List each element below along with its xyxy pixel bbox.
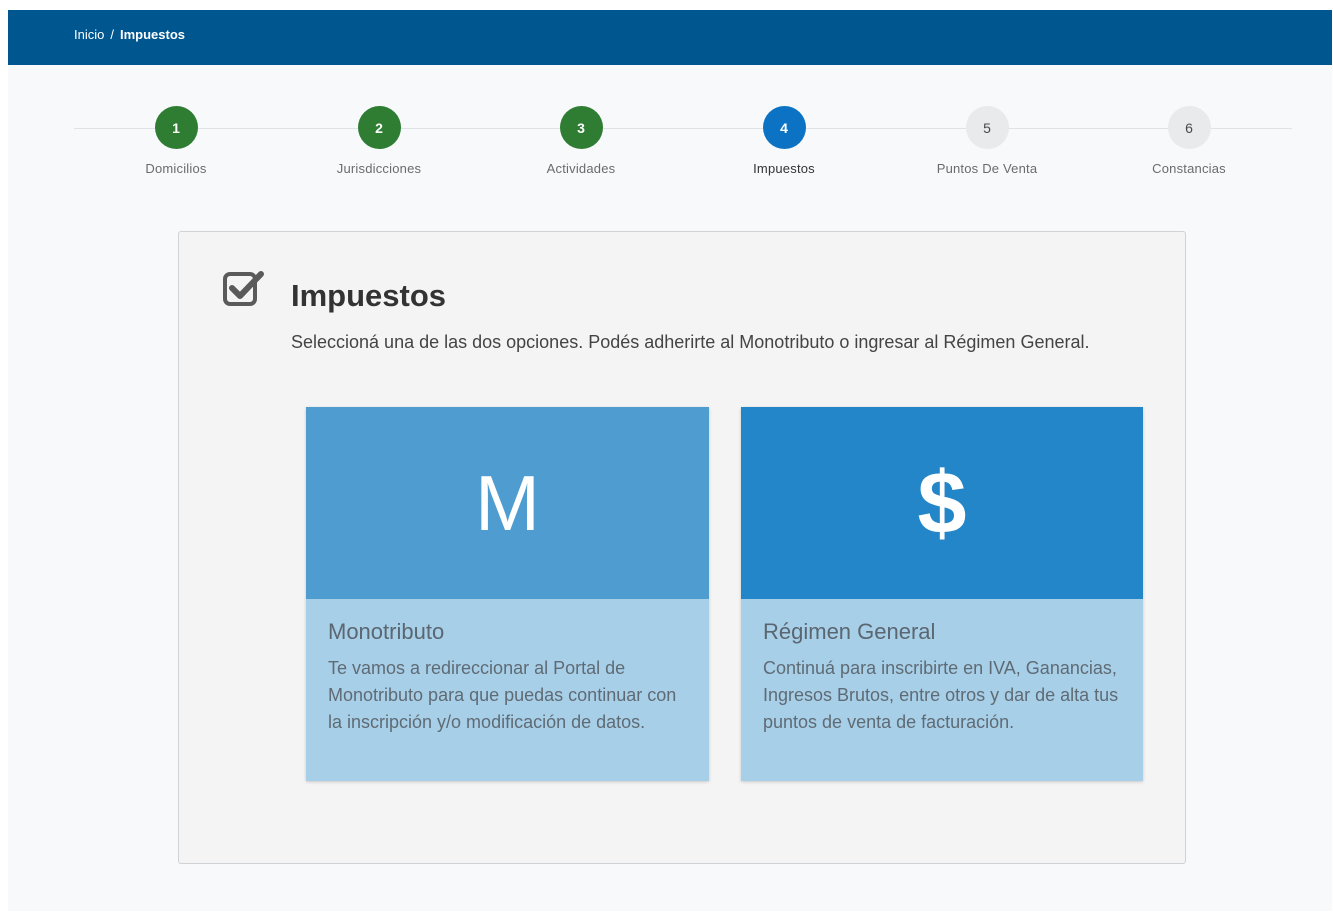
option-title: Monotributo xyxy=(328,619,445,644)
step-number-circle: 3 xyxy=(559,106,603,149)
breadcrumb-current: Impuestos xyxy=(119,27,185,42)
step-constancias[interactable]: 6 Constancias xyxy=(1109,106,1269,176)
option-description: Continuá para inscribirte en IVA, Gananc… xyxy=(763,658,1119,732)
step-label: Constancias xyxy=(1152,161,1226,176)
step-label: Actividades xyxy=(546,161,616,176)
progress-stepper: 1 Domicilios 2 Jurisdicciones 3 Activida… xyxy=(8,106,1332,186)
monotributo-option-card[interactable]: M Monotributo Te vamos a redireccionar a… xyxy=(306,407,709,781)
page-title: Impuestos xyxy=(291,278,447,313)
step-number-circle: 5 xyxy=(965,106,1009,149)
top-bar: Inicio / Impuestos xyxy=(8,10,1332,65)
step-number-circle: 6 xyxy=(1167,106,1211,149)
checkbox-checked-icon xyxy=(223,268,265,308)
step-label: Puntos De Venta xyxy=(936,161,1038,176)
step-number-circle: 4 xyxy=(762,106,806,149)
breadcrumb-home-link[interactable]: Inicio xyxy=(74,27,104,42)
option-description: Te vamos a redireccionar al Portal de Mo… xyxy=(328,658,677,732)
step-number-circle: 2 xyxy=(357,106,401,149)
option-header: $ xyxy=(741,407,1143,599)
step-label: Domicilios xyxy=(145,161,207,176)
page-description: Seleccioná una de las dos opciones. Podé… xyxy=(291,332,1090,352)
step-actividades[interactable]: 3 Actividades xyxy=(501,106,661,176)
dollar-icon: $ xyxy=(917,453,967,552)
taxes-card: Impuestos Seleccioná una de las dos opci… xyxy=(178,231,1186,864)
step-puntos-de-venta[interactable]: 5 Puntos De Venta xyxy=(907,106,1067,176)
step-domicilios[interactable]: 1 Domicilios xyxy=(96,106,256,176)
regimen-general-option-card[interactable]: $ Régimen General Continuá para inscribi… xyxy=(741,407,1143,781)
step-label: Impuestos xyxy=(753,161,815,176)
step-number-circle: 1 xyxy=(154,106,198,149)
option-header: M xyxy=(306,407,709,599)
option-body: Régimen General Continuá para inscribirt… xyxy=(741,599,1143,736)
monotributo-letter-icon: M xyxy=(475,459,540,547)
step-impuestos[interactable]: 4 Impuestos xyxy=(704,106,864,176)
breadcrumb: Inicio / Impuestos xyxy=(74,27,185,42)
option-body: Monotributo Te vamos a redireccionar al … xyxy=(306,599,709,736)
option-title: Régimen General xyxy=(763,619,936,644)
breadcrumb-separator: / xyxy=(110,27,114,42)
step-label: Jurisdicciones xyxy=(336,161,422,176)
step-jurisdicciones[interactable]: 2 Jurisdicciones xyxy=(299,106,459,176)
page-frame: Inicio / Impuestos 1 Domicilios 2 Jurisd… xyxy=(8,10,1332,911)
